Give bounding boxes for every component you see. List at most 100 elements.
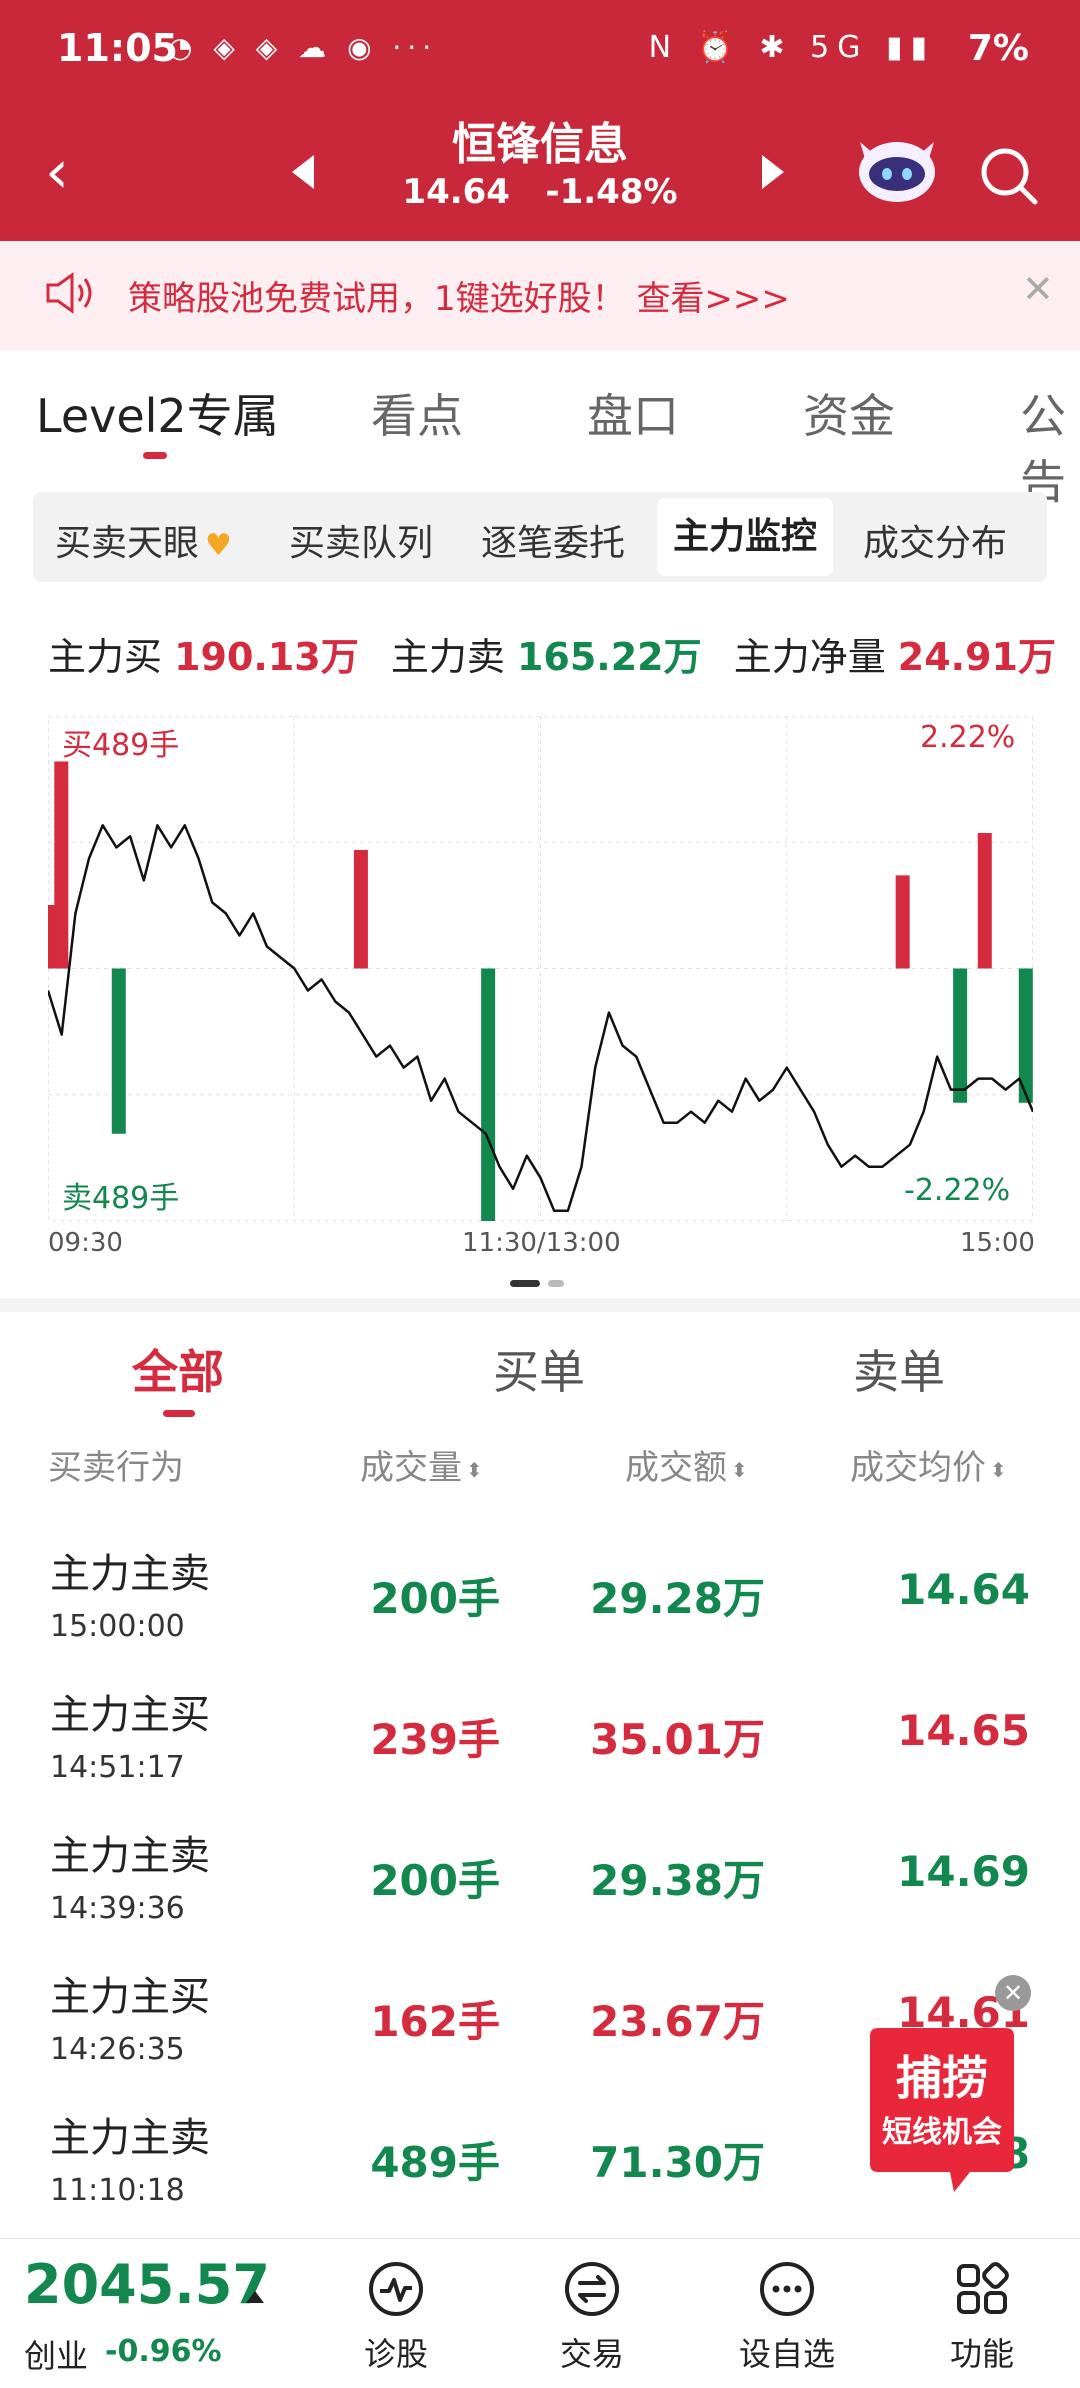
grid-icon [957, 2262, 1009, 2314]
promo-text[interactable]: 策略股池免费试用，1键选好股！ 查看>>> [128, 271, 790, 320]
buy-bar [54, 761, 69, 969]
notification-icons: ◔ ◈ ◈ ☁ ◉ ··· [168, 31, 438, 64]
nav-diagnose[interactable]: 诊股 [336, 2255, 456, 2375]
search-icon[interactable] [978, 145, 1040, 207]
promo-banner[interactable]: 策略股池免费试用，1键选好股！ 查看>>> ✕ [0, 241, 1080, 351]
tab-order-book[interactable]: 盘口 [587, 380, 679, 446]
table-row[interactable]: 主力主买 14:51:17 239手 35.01万 14.65 [0, 1656, 1080, 1797]
row-amount: 29.38万 [590, 1856, 765, 1905]
stock-change: -1.48% [545, 172, 678, 212]
ad-close-icon[interactable]: ✕ [995, 1975, 1031, 2011]
flow-tab-all[interactable]: 全部 [132, 1336, 224, 1402]
net-label: 主力净量 [733, 635, 886, 679]
subtab-sky-eye[interactable]: 买卖天眼 ♥ [55, 514, 232, 566]
row-avg-price: 14.69 [897, 1847, 1030, 1896]
main-force-chart[interactable] [48, 716, 1033, 1221]
row-action: 主力主买 [50, 1692, 210, 1738]
flow-tab-buy[interactable]: 买单 [493, 1336, 585, 1402]
subtab-main-monitor[interactable]: 主力监控 [657, 498, 834, 576]
nav-trade-label: 交易 [559, 2335, 624, 2373]
x-label-close: 15:00 [960, 1228, 1035, 1258]
subtab-queue[interactable]: 买卖队列 [289, 514, 433, 566]
nav-functions-label: 功能 [949, 2335, 1014, 2373]
sort-icon: ⬍ [466, 1457, 483, 1482]
row-volume: 162手 [370, 1997, 500, 2046]
heart-icon: ♥ [205, 528, 232, 563]
nav-diagnose-label: 诊股 [363, 2335, 428, 2373]
column-headers: 买卖行为 成交量 ⬍ 成交额 ⬍ 成交均价 ⬍ [0, 1440, 1080, 1500]
nav-watchlist-label: 设自选 [738, 2335, 835, 2373]
chart-pct-high: 2.22% [920, 720, 1016, 755]
sort-icon: ⬍ [731, 1457, 748, 1482]
row-action: 主力主卖 [50, 1833, 210, 1879]
sub-tabs: 买卖天眼 ♥ 买卖队列 逐笔委托 主力监控 成交分布 [33, 492, 1047, 582]
nav-trade[interactable]: 交易 [532, 2255, 652, 2375]
col-avg-price-label: 成交均价 [850, 1448, 986, 1488]
tab-capital[interactable]: 资金 [803, 380, 895, 446]
nav-functions[interactable]: 功能 [922, 2255, 1042, 2375]
nav-watchlist[interactable]: 设自选 [727, 2255, 847, 2375]
buy-bar [895, 875, 910, 969]
more-dots-icon [760, 2262, 814, 2316]
system-status-icons: N ⏰ ✱ 5G ▮▮ [648, 30, 935, 65]
row-volume: 489手 [370, 2138, 500, 2187]
tab-level2[interactable]: Level2专属 [36, 380, 279, 446]
sell-label: 主力卖 [390, 635, 505, 679]
floating-ad[interactable]: 捕捞 短线机会 [862, 2024, 1022, 2194]
buy-bar [353, 849, 368, 969]
row-avg-price: 14.64 [897, 1565, 1030, 1614]
main-force-summary: 主力买 190.13万 主力卖 165.22万 主力净量 24.91万 [48, 626, 1076, 681]
subtab-trade-distribution[interactable]: 成交分布 [863, 514, 1007, 566]
section-divider [0, 1298, 1080, 1312]
main-tabs: Level2专属 看点 盘口 资金 公告 [0, 356, 1080, 509]
col-amount[interactable]: 成交额 ⬍ [625, 1440, 748, 1489]
row-time: 14:26:35 [50, 2032, 185, 2067]
tab-indicator [143, 452, 167, 459]
col-volume-label: 成交量 [360, 1448, 462, 1488]
next-stock-icon[interactable] [762, 155, 784, 189]
x-label-open: 09:30 [48, 1228, 123, 1258]
row-time: 15:00:00 [50, 1609, 185, 1644]
row-time: 14:39:36 [50, 1891, 185, 1926]
page-indicator [510, 1272, 572, 1291]
price-line [48, 824, 1033, 1213]
col-amount-label: 成交额 [625, 1448, 727, 1488]
sort-icon: ⬍ [990, 1457, 1007, 1482]
flow-tab-indicator [163, 1410, 195, 1417]
ad-title: 捕捞 [896, 2051, 988, 2105]
flow-tabs: 全部 买单 卖单 [0, 1312, 1080, 1412]
sell-bar [111, 968, 126, 1134]
table-row[interactable]: 主力主卖 14:39:36 200手 29.38万 14.69 [0, 1797, 1080, 1938]
row-volume: 239手 [370, 1715, 500, 1764]
chart-pct-low: -2.22% [904, 1173, 1011, 1208]
row-volume: 200手 [370, 1574, 500, 1623]
stock-price: 14.64 [402, 172, 510, 212]
row-volume: 200手 [370, 1856, 500, 1905]
row-action: 主力主卖 [50, 1551, 210, 1597]
status-time: 11:05 [57, 26, 178, 70]
ad-subtitle: 短线机会 [882, 2115, 1002, 2150]
row-time: 11:10:18 [50, 2173, 185, 2208]
index-name: 创业 [24, 2337, 89, 2375]
tab-highlights[interactable]: 看点 [371, 380, 463, 446]
row-amount: 23.67万 [590, 1997, 765, 2046]
net-value: 24.91万 [897, 635, 1056, 679]
col-avg-price[interactable]: 成交均价 ⬍ [850, 1440, 1007, 1489]
close-icon[interactable]: ✕ [1022, 267, 1054, 311]
chart-frame [48, 716, 1033, 1221]
row-action: 主力主买 [50, 1974, 210, 2020]
col-volume[interactable]: 成交量 ⬍ [360, 1440, 483, 1489]
index-expand-icon[interactable] [246, 2291, 264, 2303]
chart-buy-max-label: 买489手 [62, 728, 180, 763]
subtab-tick-orders[interactable]: 逐笔委托 [481, 514, 625, 566]
robot-assistant-icon[interactable] [852, 132, 942, 204]
sell-bar [481, 968, 496, 1221]
table-row[interactable]: 主力主卖 15:00:00 200手 29.28万 14.64 [0, 1515, 1080, 1656]
index-value[interactable]: 2045.57 [24, 2253, 270, 2316]
bottom-bar: 2045.57 创业 -0.96% 诊股 交易 设自选 功能 [0, 2238, 1080, 2388]
exchange-icon [565, 2262, 619, 2316]
col-action: 买卖行为 [48, 1448, 184, 1488]
flow-tab-sell[interactable]: 卖单 [853, 1336, 945, 1402]
row-amount: 35.01万 [590, 1715, 765, 1764]
row-amount: 29.28万 [590, 1574, 765, 1623]
